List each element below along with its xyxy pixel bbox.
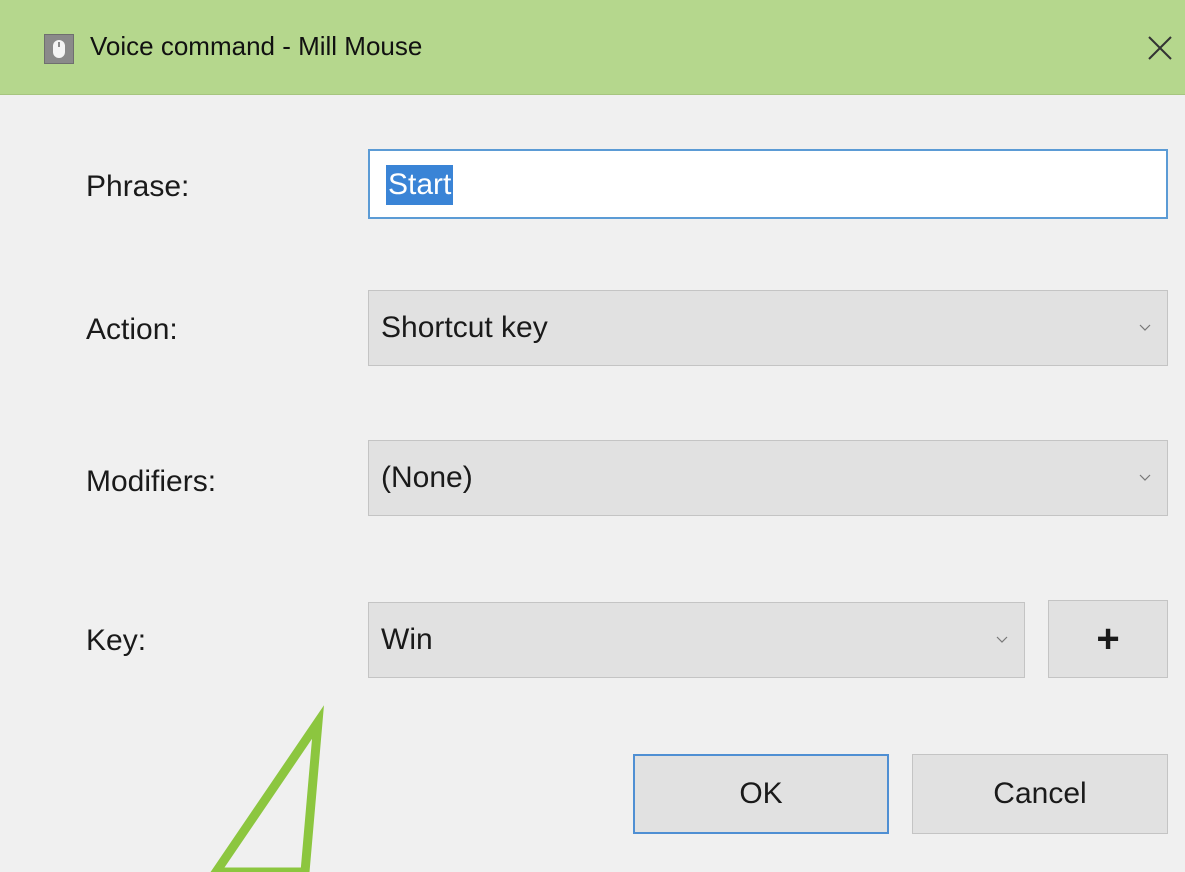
callout-arrow	[210, 705, 324, 872]
voice-command-dialog: Voice command - Mill Mouse Phrase: Start…	[0, 0, 1185, 872]
